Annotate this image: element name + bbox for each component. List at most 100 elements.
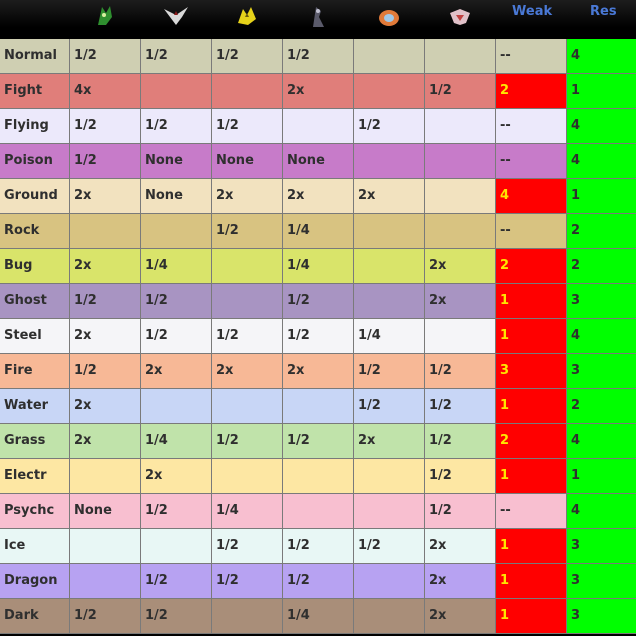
type-label: Ice bbox=[0, 529, 70, 564]
matchup-cell bbox=[354, 284, 425, 319]
matchup-cell: 4x bbox=[70, 74, 141, 109]
matchup-cell: 1/2 bbox=[283, 319, 354, 354]
type-label: Rock bbox=[0, 214, 70, 249]
matchup-cell: 2x bbox=[425, 564, 496, 599]
matchup-cell bbox=[283, 389, 354, 424]
matchup-cell: None bbox=[141, 144, 212, 179]
matchup-cell: 2x bbox=[70, 179, 141, 214]
res-count: 3 bbox=[567, 354, 636, 389]
matchup-cell: 1/2 bbox=[283, 284, 354, 319]
matchup-cell bbox=[283, 109, 354, 144]
weak-count: 1 bbox=[496, 389, 567, 424]
type-label: Flying bbox=[0, 109, 70, 144]
matchup-cell bbox=[283, 494, 354, 529]
matchup-cell bbox=[425, 39, 496, 74]
type-label: Ghost bbox=[0, 284, 70, 319]
matchup-cell bbox=[212, 459, 283, 494]
type-label: Dark bbox=[0, 599, 70, 634]
table-row: Ground 2x None 2x 2x 2x 4 1 bbox=[0, 179, 636, 214]
matchup-cell: 1/4 bbox=[283, 599, 354, 634]
matchup-cell: 1/2 bbox=[70, 599, 141, 634]
res-count: 3 bbox=[567, 564, 636, 599]
matchup-cell: 2x bbox=[425, 284, 496, 319]
matchup-cell: 1/2 bbox=[425, 494, 496, 529]
type-label: Normal bbox=[0, 39, 70, 74]
matchup-cell bbox=[212, 389, 283, 424]
table-header: Weak Res bbox=[0, 0, 636, 39]
matchup-cell: 2x bbox=[70, 249, 141, 284]
type-label: Ground bbox=[0, 179, 70, 214]
weak-count: 2 bbox=[496, 74, 567, 109]
weak-count: 1 bbox=[496, 459, 567, 494]
matchup-cell: 1/2 bbox=[283, 424, 354, 459]
matchup-cell bbox=[354, 214, 425, 249]
res-count: 4 bbox=[567, 109, 636, 144]
res-column-header: Res bbox=[590, 4, 617, 19]
matchup-cell bbox=[212, 74, 283, 109]
matchup-cell: 1/2 bbox=[212, 529, 283, 564]
table-row: Flying 1/2 1/2 1/2 1/2 -- 4 bbox=[0, 109, 636, 144]
matchup-cell: 1/2 bbox=[141, 109, 212, 144]
matchup-cell: 1/2 bbox=[354, 354, 425, 389]
matchup-cell: 1/4 bbox=[141, 424, 212, 459]
weak-count: 1 bbox=[496, 284, 567, 319]
weak-count: -- bbox=[496, 39, 567, 74]
res-count: 2 bbox=[567, 249, 636, 284]
matchup-cell: 1/2 bbox=[70, 109, 141, 144]
type-label: Grass bbox=[0, 424, 70, 459]
matchup-cell bbox=[425, 109, 496, 144]
matchup-cell bbox=[354, 249, 425, 284]
matchup-cell: 2x bbox=[425, 599, 496, 634]
table-row: Electr 2x 1/2 1 1 bbox=[0, 459, 636, 494]
matchup-cell: 1/2 bbox=[425, 389, 496, 424]
matchup-cell: 1/2 bbox=[354, 529, 425, 564]
matchup-cell: 1/2 bbox=[354, 109, 425, 144]
matchup-cell: 1/2 bbox=[212, 564, 283, 599]
matchup-cell: 1/2 bbox=[70, 284, 141, 319]
matchup-cell: 2x bbox=[283, 74, 354, 109]
matchup-cell: 1/4 bbox=[212, 494, 283, 529]
table-row: Poison 1/2 None None None -- 4 bbox=[0, 144, 636, 179]
res-count: 3 bbox=[567, 284, 636, 319]
matchup-cell: 2x bbox=[354, 179, 425, 214]
res-count: 3 bbox=[567, 599, 636, 634]
matchup-cell: 1/2 bbox=[425, 354, 496, 389]
matchup-cell bbox=[425, 319, 496, 354]
table-row: Fire 1/2 2x 2x 2x 1/2 1/2 3 3 bbox=[0, 354, 636, 389]
weak-count: 2 bbox=[496, 424, 567, 459]
matchup-cell: None bbox=[70, 494, 141, 529]
type-label: Dragon bbox=[0, 564, 70, 599]
weak-count: 1 bbox=[496, 599, 567, 634]
matchup-cell: 1/2 bbox=[70, 39, 141, 74]
matchup-cell: None bbox=[283, 144, 354, 179]
matchup-cell: 2x bbox=[283, 179, 354, 214]
matchup-cell: 2x bbox=[70, 389, 141, 424]
matchup-cell: 1/2 bbox=[425, 74, 496, 109]
weak-count: -- bbox=[496, 109, 567, 144]
matchup-cell: 1/2 bbox=[70, 144, 141, 179]
matchup-cell: 1/2 bbox=[141, 319, 212, 354]
matchup-cell bbox=[425, 179, 496, 214]
res-count: 2 bbox=[567, 214, 636, 249]
type-label: Poison bbox=[0, 144, 70, 179]
matchup-cell: 2x bbox=[70, 424, 141, 459]
matchup-cell: 1/2 bbox=[354, 389, 425, 424]
table-row: Psychc None 1/2 1/4 1/2 -- 4 bbox=[0, 494, 636, 529]
matchup-cell: 1/2 bbox=[425, 424, 496, 459]
matchup-cell: 1/2 bbox=[141, 564, 212, 599]
matchup-cell: 2x bbox=[425, 529, 496, 564]
matchup-cell bbox=[141, 389, 212, 424]
matchup-cell: 1/2 bbox=[283, 529, 354, 564]
table-row: Steel 2x 1/2 1/2 1/2 1/4 1 4 bbox=[0, 319, 636, 354]
matchup-cell: None bbox=[141, 179, 212, 214]
matchup-cell bbox=[425, 144, 496, 179]
weak-count: 1 bbox=[496, 564, 567, 599]
table-row: Normal 1/2 1/2 1/2 1/2 -- 4 bbox=[0, 39, 636, 74]
weak-count: -- bbox=[496, 214, 567, 249]
type-label: Psychc bbox=[0, 494, 70, 529]
matchup-cell: 1/4 bbox=[141, 249, 212, 284]
matchup-cell bbox=[70, 564, 141, 599]
matchup-cell bbox=[354, 564, 425, 599]
matchup-cell: 1/2 bbox=[212, 214, 283, 249]
type-label: Fire bbox=[0, 354, 70, 389]
